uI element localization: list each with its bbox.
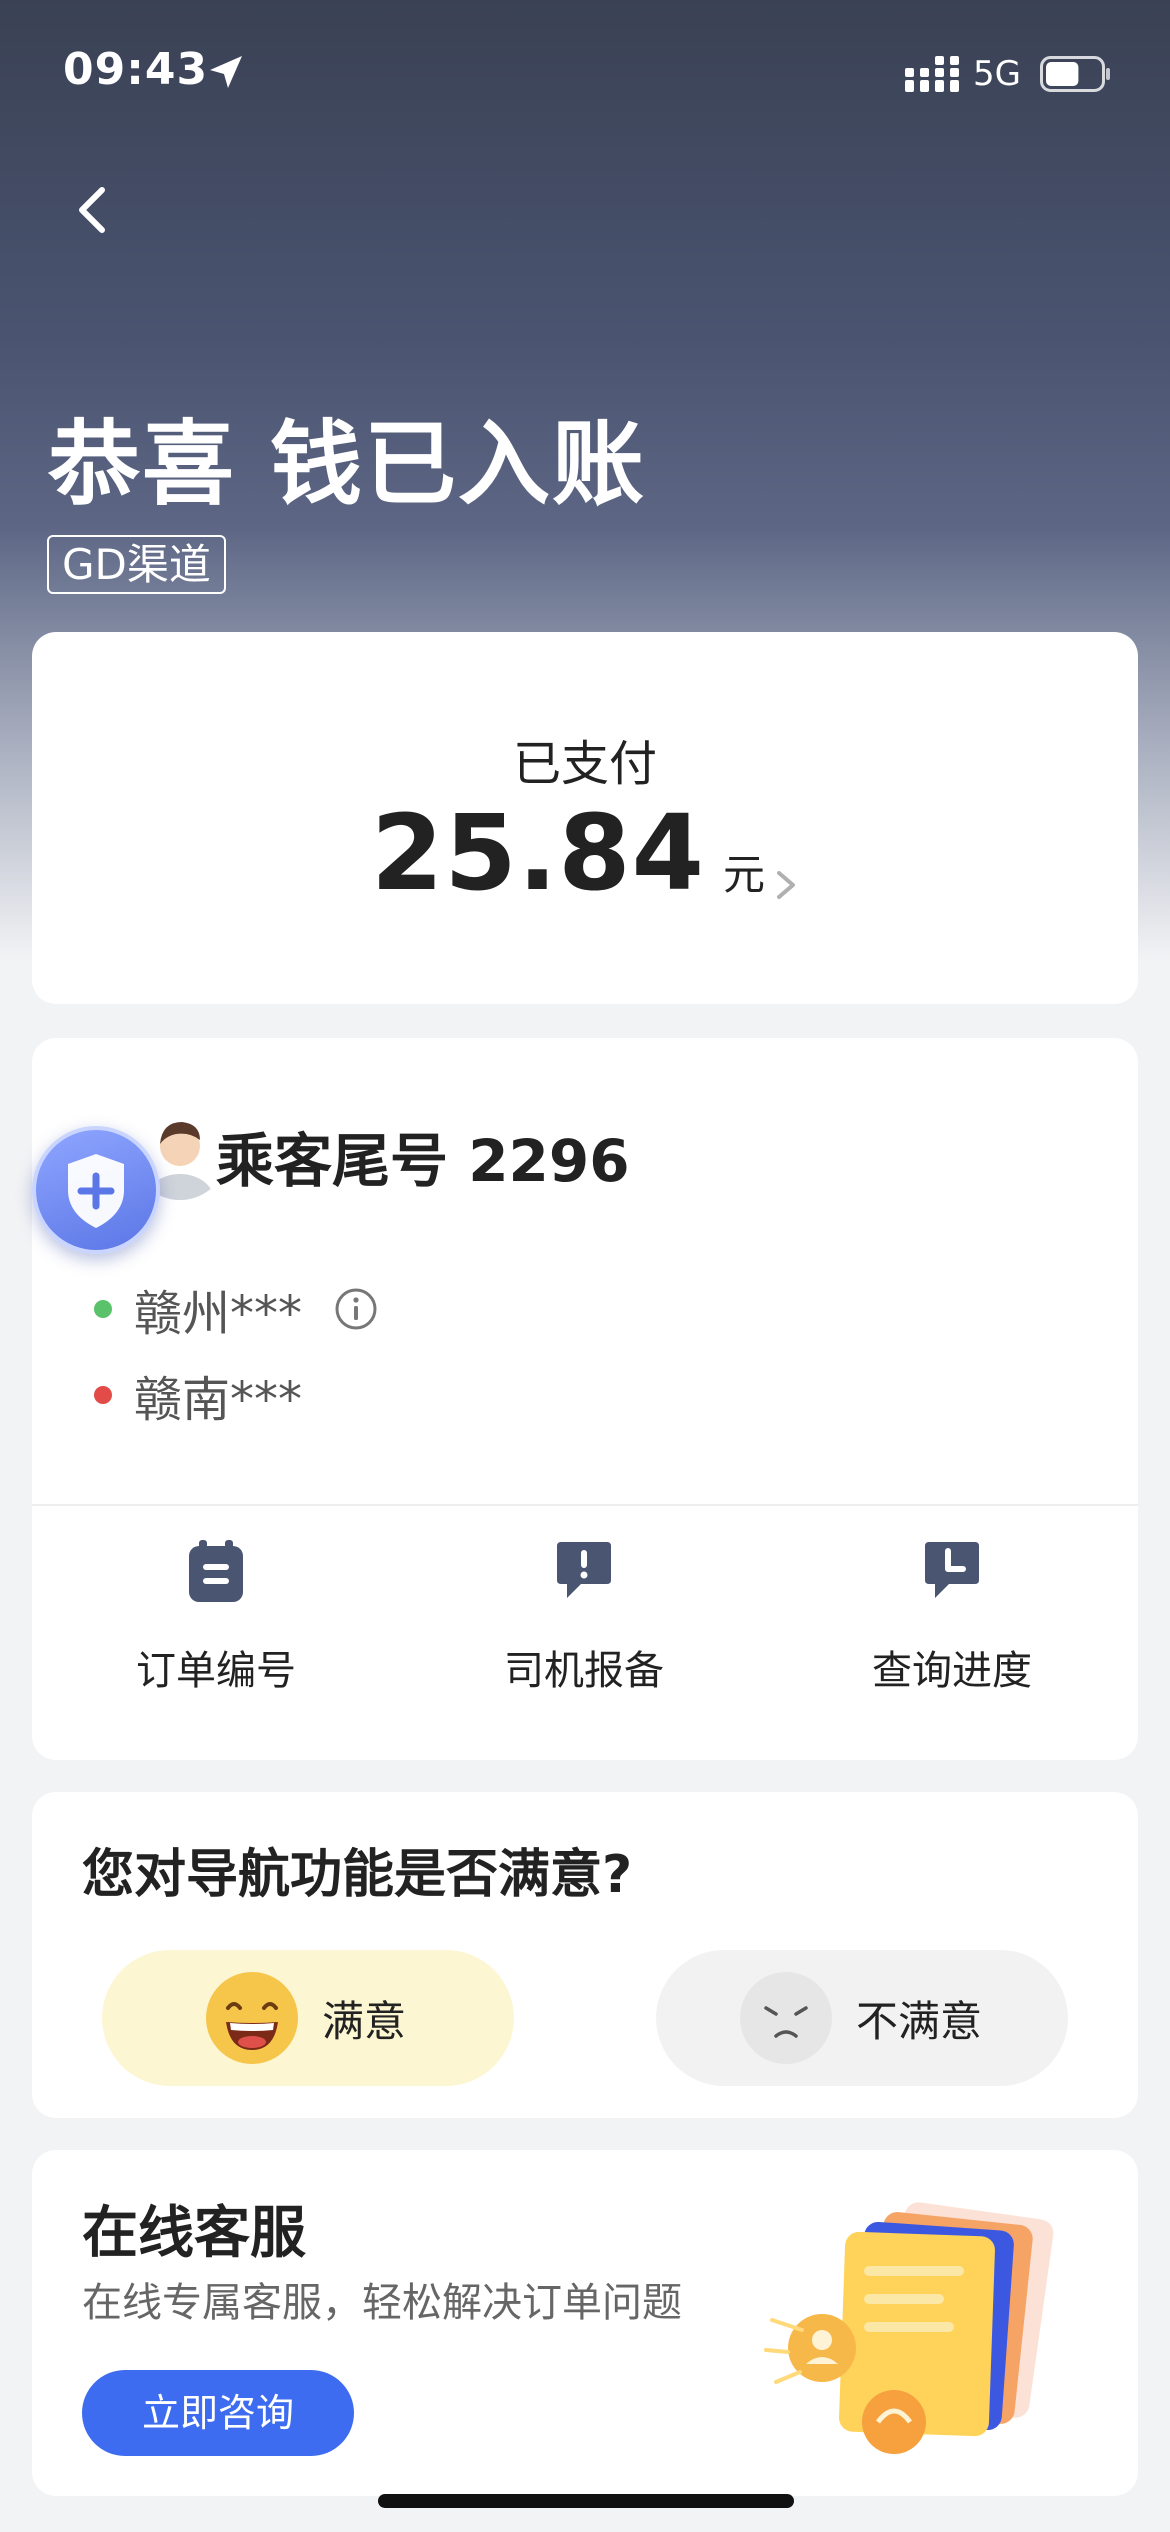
origin-row: 赣州*** [94, 1274, 378, 1344]
driver-report-label: 司机报备 [504, 1648, 664, 1694]
location-arrow-icon [210, 56, 242, 88]
status-bar: 09:43 5G [0, 0, 1170, 150]
check-progress-button[interactable]: 查询进度 [768, 1538, 1136, 1696]
home-indicator [378, 2494, 794, 2508]
network-type: 5G [973, 54, 1021, 94]
status-time: 09:43 [63, 44, 209, 95]
driver-report-button[interactable]: 司机报备 [400, 1538, 768, 1696]
divider [32, 1504, 1138, 1506]
customer-service-illustration [764, 2202, 1054, 2454]
trip-card: 乘客尾号 2296 赣州*** 赣南*** 订单编号 司机报备 查询进度 [32, 1038, 1138, 1760]
origin-address: 赣州*** [134, 1286, 303, 1342]
paid-amount: 25.84 [371, 792, 705, 914]
destination-address: 赣南*** [134, 1372, 303, 1428]
channel-tag: GD渠道 [47, 535, 226, 594]
survey-question: 您对导航功能是否满意? [82, 1845, 633, 1905]
dissatisfied-button[interactable]: 不满意 [656, 1950, 1068, 2086]
satisfied-label: 满意 [322, 1996, 407, 2046]
origin-dot [94, 1300, 112, 1318]
survey-card: 您对导航功能是否满意? 满意 不满意 [32, 1792, 1138, 2118]
progress-icon [925, 1542, 979, 1598]
service-subtitle: 在线专属客服，轻松解决订单问题 [82, 2280, 682, 2326]
cellular-signal-icon [905, 56, 959, 92]
happy-face-icon [206, 1972, 298, 2064]
destination-row: 赣南*** [94, 1360, 302, 1430]
amount-unit: 元 [722, 850, 765, 899]
order-icon [189, 1540, 243, 1602]
info-icon[interactable] [334, 1287, 378, 1331]
destination-dot [94, 1386, 112, 1404]
back-button[interactable] [62, 180, 122, 240]
payment-card[interactable]: 已支付 25.84 元 [32, 632, 1138, 1004]
battery-icon [1040, 56, 1110, 92]
order-number-button[interactable]: 订单编号 [32, 1538, 400, 1696]
paid-label: 已支付 [512, 736, 657, 792]
sad-face-icon [740, 1972, 832, 2064]
amount-row[interactable]: 25.84 元 [32, 792, 1138, 914]
safety-shield-button[interactable] [32, 1126, 160, 1254]
check-progress-label: 查询进度 [872, 1648, 1032, 1694]
order-number-label: 订单编号 [136, 1648, 296, 1694]
report-icon [557, 1542, 611, 1598]
passenger-label: 乘客尾号 2296 [216, 1127, 630, 1195]
consult-now-button[interactable]: 立即咨询 [82, 2370, 354, 2456]
dissatisfied-label: 不满意 [856, 1996, 983, 2046]
satisfied-button[interactable]: 满意 [102, 1950, 514, 2086]
page-title: 恭喜 钱已入账 [48, 411, 647, 518]
service-title: 在线客服 [82, 2201, 306, 2266]
online-service-card: 在线客服 在线专属客服，轻松解决订单问题 立即咨询 [32, 2150, 1138, 2496]
chevron-right-icon [776, 870, 795, 899]
